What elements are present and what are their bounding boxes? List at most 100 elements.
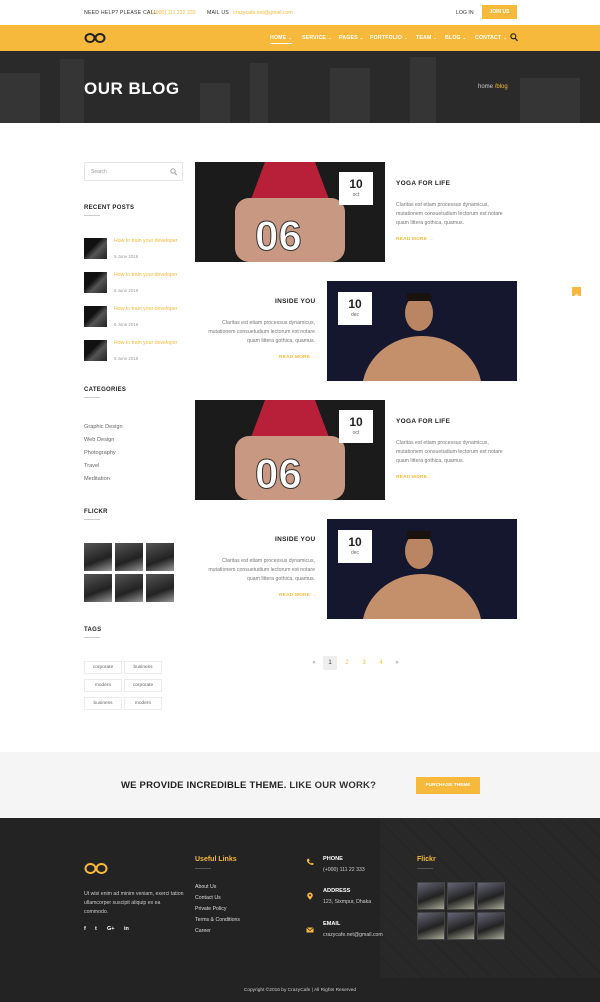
nav-service[interactable]: SERVICE ⌄ — [302, 35, 332, 41]
tag-chip[interactable]: modern — [124, 697, 162, 710]
read-more-link[interactable]: READ MORE → — [396, 475, 434, 480]
footer-link[interactable]: Private Policy — [195, 906, 226, 912]
post-excerpt: Claritas est etiam processus dynamicus, … — [208, 558, 315, 583]
read-more-link[interactable]: READ MORE → — [279, 355, 317, 360]
google-plus-icon[interactable]: G+ — [107, 926, 115, 932]
post-title[interactable]: INSIDE YOU — [275, 536, 315, 543]
recent-post-thumbnail[interactable] — [84, 238, 107, 259]
flickr-gallery — [84, 543, 175, 603]
phone-value[interactable]: (+000) 111 22 333 — [323, 867, 365, 873]
footer-flickr-thumbnail[interactable] — [447, 912, 475, 940]
post-image[interactable]: 10 dec — [327, 519, 517, 619]
recent-post-item[interactable]: How to train your developer 6 June 2016 — [84, 238, 184, 264]
post-title[interactable]: INSIDE YOU — [275, 298, 315, 305]
nav-home[interactable]: HOME ⌄ — [270, 35, 292, 44]
breadcrumb-home[interactable]: home — [478, 84, 493, 90]
search-icon[interactable] — [170, 168, 177, 176]
footer-logo-icon[interactable] — [84, 862, 108, 875]
email-value[interactable]: crazycafe.net@gmail.com — [323, 932, 383, 938]
post-excerpt: Claritas est etiam processus dynamicus, … — [396, 440, 503, 465]
pagination-page[interactable]: 2 — [340, 656, 354, 670]
twitter-icon[interactable]: t — [95, 926, 97, 932]
sidebar-search-input[interactable]: Search — [84, 162, 183, 181]
address-label: ADDRESS — [323, 888, 351, 894]
pagination-page[interactable]: 1 — [323, 656, 337, 670]
footer-flickr-thumbnail[interactable] — [477, 882, 505, 910]
login-link[interactable]: LOG IN — [456, 10, 474, 16]
category-link[interactable]: Travel — [84, 463, 99, 469]
recent-post-title[interactable]: How to train your developer — [114, 306, 184, 313]
flickr-thumbnail[interactable] — [146, 574, 174, 602]
footer-flickr-thumbnail[interactable] — [417, 882, 445, 910]
mail-address[interactable]: crazycafe.net@gmail.com — [233, 10, 293, 16]
nav-blog[interactable]: BLOG ⌄ — [445, 35, 466, 41]
footer-flickr-thumbnail[interactable] — [477, 912, 505, 940]
pagination-page[interactable]: 3 — [357, 656, 371, 670]
svg-text:06: 06 — [255, 450, 302, 497]
recent-post-item[interactable]: How to train your developer 6 June 2016 — [84, 306, 184, 332]
category-link[interactable]: Web Design — [84, 437, 114, 443]
tag-chip[interactable]: corporate — [124, 679, 162, 692]
footer: Ut wisi enim ad minim veniam, exerci tat… — [0, 818, 600, 1002]
flickr-thumbnail[interactable] — [146, 543, 174, 571]
footer-link[interactable]: Contact Us — [195, 895, 221, 901]
flickr-thumbnail[interactable] — [84, 574, 112, 602]
footer-link[interactable]: Career — [195, 928, 211, 934]
recent-post-item[interactable]: How to train your developer 6 June 2016 — [84, 340, 184, 366]
category-link[interactable]: Photography — [84, 450, 116, 456]
pagination-prev[interactable]: « — [307, 656, 321, 670]
nav-portfolio[interactable]: PORTFOLIO ⌄ — [370, 35, 408, 41]
post-image[interactable]: 10 dec — [327, 281, 517, 381]
flickr-thumbnail[interactable] — [115, 543, 143, 571]
recent-post-thumbnail[interactable] — [84, 272, 107, 293]
nav-pages[interactable]: PAGES ⌄ — [339, 35, 363, 41]
facebook-icon[interactable]: f — [84, 926, 86, 932]
scroll-top-button[interactable] — [572, 287, 581, 297]
post-excerpt: Claritas est etiam processus dynamicus, … — [208, 320, 315, 345]
recent-post-title[interactable]: How to train your developer — [114, 238, 184, 245]
recent-post-thumbnail[interactable] — [84, 340, 107, 361]
logo-icon[interactable] — [84, 32, 106, 44]
footer-flickr-thumbnail[interactable] — [417, 912, 445, 940]
nav-contact[interactable]: CONTACT ⌄ — [475, 35, 507, 41]
flickr-thumbnail[interactable] — [84, 543, 112, 571]
chevron-down-icon: ⌄ — [404, 35, 408, 40]
help-phone[interactable]: (+000) 111 222 333 — [151, 10, 196, 16]
useful-links-heading: Useful Links — [195, 856, 237, 863]
tag-chip[interactable]: corporate — [84, 661, 122, 674]
post-image[interactable]: 06 10 oct — [195, 162, 385, 262]
footer-link[interactable]: About Us — [195, 884, 216, 890]
read-more-link[interactable]: READ MORE → — [396, 237, 434, 242]
footer-link[interactable]: Terms & Conditions — [195, 917, 240, 923]
pagination-page[interactable]: 4 — [374, 656, 388, 670]
pagination-next[interactable]: » — [390, 656, 404, 670]
chevron-down-icon: ⌄ — [433, 35, 438, 40]
read-more-link[interactable]: READ MORE → — [279, 593, 317, 598]
nav-team[interactable]: TEAM ⌄ — [416, 35, 437, 41]
search-icon[interactable] — [510, 33, 518, 42]
tag-chip[interactable]: business — [84, 697, 122, 710]
post-title[interactable]: YOGA FOR LIFE — [396, 418, 450, 425]
join-us-button[interactable]: JOIN US — [482, 5, 517, 19]
post-title[interactable]: YOGA FOR LIFE — [396, 180, 450, 187]
tag-chip[interactable]: modern — [84, 679, 122, 692]
heading-divider — [84, 637, 100, 638]
chevron-down-icon: ⌄ — [503, 35, 507, 40]
tag-chip[interactable]: business — [124, 661, 162, 674]
post-excerpt: Claritas est etiam processus dynamicus, … — [396, 202, 503, 227]
map-pin-icon — [307, 892, 313, 900]
recent-post-title[interactable]: How to train your developer — [114, 340, 184, 347]
recent-post-thumbnail[interactable] — [84, 306, 107, 327]
category-link[interactable]: Meditation — [84, 476, 110, 482]
purchase-theme-button[interactable]: PURCHASE THEME — [416, 777, 480, 794]
recent-post-title[interactable]: How to train your developer — [114, 272, 184, 279]
heading-divider — [84, 397, 100, 398]
recent-post-item[interactable]: How to train your developer 6 June 2016 — [84, 272, 184, 298]
flickr-thumbnail[interactable] — [115, 574, 143, 602]
post-day: 10 — [348, 297, 362, 311]
category-link[interactable]: Graphic Design — [84, 424, 123, 430]
linkedin-icon[interactable]: in — [124, 926, 129, 932]
post-image[interactable]: 06 10 oct — [195, 400, 385, 500]
footer-flickr-thumbnail[interactable] — [447, 882, 475, 910]
svg-text:06: 06 — [255, 212, 302, 259]
